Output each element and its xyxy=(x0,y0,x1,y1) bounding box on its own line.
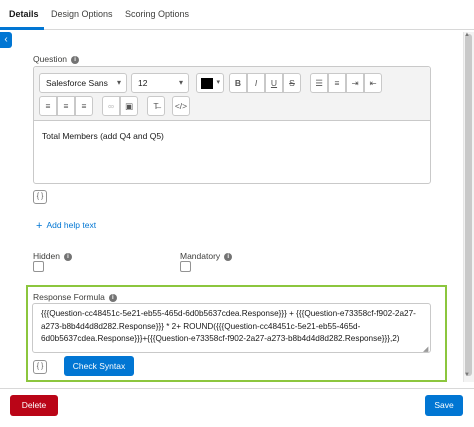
hidden-checkbox[interactable] xyxy=(33,261,44,272)
bulleted-list-button[interactable]: ☰ xyxy=(310,73,328,93)
font-family-select[interactable]: Salesforce Sans ▾ xyxy=(39,73,127,93)
outdent-button[interactable]: ⇤ xyxy=(364,73,382,93)
active-tab-indicator xyxy=(0,27,44,30)
save-button[interactable]: Save xyxy=(425,395,463,416)
mandatory-label-row: Mandatory i xyxy=(180,251,233,261)
font-size-value: 12 xyxy=(138,78,148,88)
indent-icon: ⇥ xyxy=(351,78,359,88)
align-center-button[interactable]: ≡ xyxy=(57,96,75,116)
question-rich-text-editor: Salesforce Sans ▾ 12 ▾ ▾ B I U S ☰ ≡ ⇥ ⇤… xyxy=(33,66,431,184)
braces-icon: { } xyxy=(36,193,44,200)
question-label-row: Question i xyxy=(33,54,80,64)
mandatory-label: Mandatory xyxy=(180,251,221,261)
plus-icon: + xyxy=(36,220,43,232)
outdent-icon: ⇤ xyxy=(369,78,377,88)
code-icon: </> xyxy=(174,101,188,111)
add-help-text-label: Add help text xyxy=(46,220,97,230)
tab-bar: Details Design Options Scoring Options xyxy=(0,0,474,30)
numbered-list-button[interactable]: ≡ xyxy=(328,73,346,93)
source-code-button[interactable]: </> xyxy=(172,96,190,116)
question-content[interactable]: Total Members (add Q4 and Q5) xyxy=(42,131,164,141)
link-button[interactable]: ∞ xyxy=(102,96,120,116)
align-center-icon: ≡ xyxy=(63,101,69,111)
collapse-panel-button[interactable]: ‹ xyxy=(0,32,12,48)
align-left-icon: ≡ xyxy=(45,101,51,111)
clear-formatting-icon: T̶ xyxy=(153,101,159,111)
editor-toolbar: Salesforce Sans ▾ 12 ▾ ▾ B I U S ☰ ≡ ⇥ ⇤… xyxy=(34,67,430,121)
chevron-down-icon: ▾ xyxy=(178,78,183,87)
formula-merge-field-button[interactable]: { } xyxy=(33,360,47,374)
info-icon[interactable]: i xyxy=(71,55,80,64)
tab-design-options[interactable]: Design Options xyxy=(51,9,113,19)
info-icon[interactable]: i xyxy=(63,252,72,261)
indent-button[interactable]: ⇥ xyxy=(346,73,364,93)
chevron-down-icon: ▾ xyxy=(216,79,220,86)
chevron-left-icon: ‹ xyxy=(4,34,8,45)
text-color-picker[interactable]: ▾ xyxy=(196,73,224,93)
scroll-down-icon[interactable]: ▼ xyxy=(464,372,470,378)
resize-handle-icon[interactable]: ◢ xyxy=(423,345,428,353)
link-icon: ∞ xyxy=(107,101,115,111)
bulleted-list-icon: ☰ xyxy=(315,78,323,88)
align-left-button[interactable]: ≡ xyxy=(39,96,57,116)
add-help-text-link[interactable]: + Add help text xyxy=(36,220,96,232)
question-label: Question xyxy=(33,54,68,64)
color-swatch xyxy=(201,78,213,89)
braces-icon: { } xyxy=(36,363,44,370)
italic-button[interactable]: I xyxy=(247,73,265,93)
scroll-up-icon[interactable]: ▲ xyxy=(464,32,470,38)
chevron-down-icon: ▾ xyxy=(116,78,121,87)
response-formula-textarea[interactable]: {{{Question-cc48451c-5e21-eb55-465d-6d0b… xyxy=(32,303,431,353)
hidden-label: Hidden xyxy=(33,251,60,261)
font-family-value: Salesforce Sans xyxy=(46,78,108,88)
insert-merge-field-button[interactable]: { } xyxy=(33,190,47,204)
mandatory-checkbox[interactable] xyxy=(180,261,191,272)
clear-formatting-button[interactable]: T̶ xyxy=(147,96,165,116)
scrollbar-thumb[interactable] xyxy=(465,34,472,376)
font-size-select[interactable]: 12 ▾ xyxy=(131,73,189,93)
align-right-button[interactable]: ≡ xyxy=(75,96,93,116)
info-icon[interactable]: i xyxy=(108,293,117,302)
response-formula-label: Response Formula xyxy=(33,292,105,302)
info-icon[interactable]: i xyxy=(224,252,233,261)
numbered-list-icon: ≡ xyxy=(334,78,340,88)
strikethrough-button[interactable]: S xyxy=(283,73,301,93)
tab-details[interactable]: Details xyxy=(9,9,39,19)
align-right-icon: ≡ xyxy=(81,101,87,111)
footer-bar xyxy=(0,388,474,427)
underline-button[interactable]: U xyxy=(265,73,283,93)
check-syntax-button[interactable]: Check Syntax xyxy=(64,356,134,376)
tab-scoring-options[interactable]: Scoring Options xyxy=(125,9,189,19)
response-formula-label-row: Response Formula i xyxy=(33,292,117,302)
image-button[interactable]: ▣ xyxy=(120,96,138,116)
hidden-label-row: Hidden i xyxy=(33,251,72,261)
bold-button[interactable]: B xyxy=(229,73,247,93)
delete-button[interactable]: Delete xyxy=(10,395,58,416)
image-icon: ▣ xyxy=(124,101,134,111)
